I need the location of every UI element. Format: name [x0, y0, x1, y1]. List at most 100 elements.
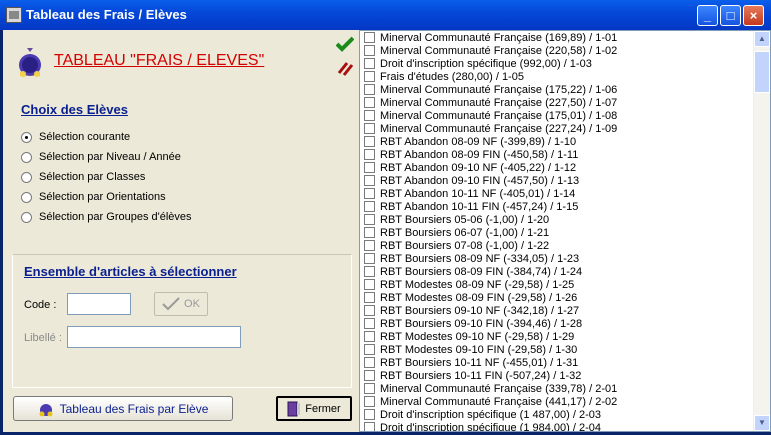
list-item[interactable]: RBT Abandon 09-10 NF (-405,22) / 1-12	[360, 161, 756, 174]
radio-selection-groupes[interactable]: Sélection par Groupes d'élèves	[21, 210, 192, 224]
checkbox[interactable]	[364, 331, 375, 342]
list-item[interactable]: Minerval Communauté Française (227,24) /…	[360, 122, 756, 135]
checkbox[interactable]	[364, 344, 375, 355]
tableau-frais-par-eleve-button[interactable]: Tableau des Frais par Elève	[13, 396, 233, 421]
checkbox[interactable]	[364, 45, 375, 56]
list-item[interactable]: RBT Boursiers 10-11 FIN (-507,24) / 1-32	[360, 369, 756, 382]
list-item[interactable]: RBT Abandon 09-10 FIN (-457,50) / 1-13	[360, 174, 756, 187]
checkbox[interactable]	[364, 201, 375, 212]
list-item[interactable]: Droit d'inscription spécifique (992,00) …	[360, 57, 756, 70]
minimize-button[interactable]: _	[697, 5, 718, 26]
radio-icon[interactable]	[21, 151, 32, 163]
list-item[interactable]: Frais d'études (280,00) / 1-05	[360, 70, 756, 83]
list-item-label: RBT Boursiers 10-11 NF (-455,01) / 1-31	[380, 356, 579, 369]
checkbox[interactable]	[364, 227, 375, 238]
checkbox[interactable]	[364, 357, 375, 368]
cancel-slash-icon[interactable]	[336, 60, 354, 76]
list-item-label: RBT Boursiers 06-07 (-1,00) / 1-21	[380, 226, 550, 239]
list-item[interactable]: RBT Modestes 09-10 FIN (-29,58) / 1-30	[360, 343, 756, 356]
list-item[interactable]: RBT Boursiers 09-10 NF (-342,18) / 1-27	[360, 304, 756, 317]
list-item[interactable]: RBT Abandon 10-11 FIN (-457,24) / 1-15	[360, 200, 756, 213]
checkbox[interactable]	[364, 383, 375, 394]
radio-icon[interactable]	[21, 211, 32, 223]
list-item-label: Minerval Communauté Française (175,01) /…	[380, 109, 618, 122]
checkbox[interactable]	[364, 110, 375, 121]
list-item[interactable]: RBT Boursiers 10-11 NF (-455,01) / 1-31	[360, 356, 756, 369]
list-item[interactable]: RBT Boursiers 08-09 FIN (-384,74) / 1-24	[360, 265, 756, 278]
list-item[interactable]: RBT Abandon 10-11 NF (-405,01) / 1-14	[360, 187, 756, 200]
checkbox[interactable]	[364, 409, 375, 420]
checkbox[interactable]	[364, 175, 375, 186]
list-item[interactable]: RBT Abandon 08-09 NF (-399,89) / 1-10	[360, 135, 756, 148]
checkbox[interactable]	[364, 162, 375, 173]
checkbox[interactable]	[364, 149, 375, 160]
list-item[interactable]: RBT Boursiers 06-07 (-1,00) / 1-21	[360, 226, 756, 239]
radio-selection-classes[interactable]: Sélection par Classes	[21, 170, 145, 184]
checkbox[interactable]	[364, 214, 375, 225]
list-item-label: RBT Modestes 09-10 NF (-29,58) / 1-29	[380, 330, 575, 343]
list-item[interactable]: Minerval Communauté Française (441,17) /…	[360, 395, 756, 408]
articles-checklist[interactable]: Minerval Communauté Française (169,89) /…	[359, 30, 771, 432]
radio-selection-courante[interactable]: Sélection courante	[21, 130, 130, 144]
checkbox[interactable]	[364, 32, 375, 43]
list-item-label: Minerval Communauté Française (227,24) /…	[380, 122, 618, 135]
checkbox[interactable]	[364, 292, 375, 303]
radio-selection-orientations[interactable]: Sélection par Orientations	[21, 190, 166, 204]
list-item[interactable]: RBT Boursiers 07-08 (-1,00) / 1-22	[360, 239, 756, 252]
maximize-button[interactable]: □	[720, 5, 741, 26]
list-item-label: RBT Boursiers 09-10 NF (-342,18) / 1-27	[380, 304, 580, 317]
list-item[interactable]: RBT Modestes 08-09 FIN (-29,58) / 1-26	[360, 291, 756, 304]
list-item[interactable]: Minerval Communauté Française (175,01) /…	[360, 109, 756, 122]
radio-selection-niveau[interactable]: Sélection par Niveau / Année	[21, 150, 181, 164]
ok-button[interactable]: OK	[154, 292, 208, 316]
list-item[interactable]: Minerval Communauté Française (339,78) /…	[360, 382, 756, 395]
checkbox[interactable]	[364, 188, 375, 199]
radio-icon[interactable]	[21, 131, 32, 143]
title-bar[interactable]: Tableau des Frais / Elèves _ □ ×	[0, 0, 771, 30]
checkbox[interactable]	[364, 123, 375, 134]
scroll-up-button[interactable]: ▲	[754, 31, 770, 47]
list-item[interactable]: Minerval Communauté Française (169,89) /…	[360, 31, 756, 44]
checkbox[interactable]	[364, 370, 375, 381]
scroll-thumb[interactable]	[754, 51, 770, 93]
page-title: TABLEAU "FRAIS / ELEVES"	[54, 52, 265, 69]
code-input[interactable]	[67, 293, 131, 315]
list-item-label: RBT Abandon 09-10 NF (-405,22) / 1-12	[380, 161, 577, 174]
vertical-scrollbar[interactable]: ▲ ▼	[753, 31, 770, 431]
checkbox[interactable]	[364, 84, 375, 95]
close-button[interactable]: ×	[743, 5, 764, 26]
checkbox[interactable]	[364, 240, 375, 251]
app-icon[interactable]	[6, 7, 22, 23]
list-item-label: Minerval Communauté Française (441,17) /…	[380, 395, 618, 408]
checkbox[interactable]	[364, 71, 375, 82]
checkbox[interactable]	[364, 305, 375, 316]
list-item[interactable]: RBT Abandon 08-09 FIN (-450,58) / 1-11	[360, 148, 756, 161]
list-item[interactable]: Minerval Communauté Française (227,50) /…	[360, 96, 756, 109]
checkbox[interactable]	[364, 422, 375, 431]
list-item[interactable]: Droit d'inscription spécifique (1 984,00…	[360, 421, 756, 431]
list-item[interactable]: RBT Boursiers 05-06 (-1,00) / 1-20	[360, 213, 756, 226]
checkbox[interactable]	[364, 266, 375, 277]
checkbox[interactable]	[364, 136, 375, 147]
checkbox[interactable]	[364, 279, 375, 290]
list-item[interactable]: RBT Boursiers 08-09 NF (-334,05) / 1-23	[360, 252, 756, 265]
list-item[interactable]: Minerval Communauté Française (220,58) /…	[360, 44, 756, 57]
checkbox[interactable]	[364, 318, 375, 329]
radio-icon[interactable]	[21, 191, 32, 203]
fermer-button[interactable]: Fermer	[276, 396, 352, 421]
list-item[interactable]: Minerval Communauté Française (175,22) /…	[360, 83, 756, 96]
validate-check-icon[interactable]	[336, 36, 354, 52]
list-item[interactable]: RBT Modestes 08-09 NF (-29,58) / 1-25	[360, 278, 756, 291]
checkbox[interactable]	[364, 396, 375, 407]
list-item[interactable]: RBT Modestes 09-10 NF (-29,58) / 1-29	[360, 330, 756, 343]
list-item[interactable]: Droit d'inscription spécifique (1 487,00…	[360, 408, 756, 421]
list-item-label: Droit d'inscription spécifique (1 487,00…	[380, 408, 601, 421]
radio-icon[interactable]	[21, 171, 32, 183]
list-item[interactable]: RBT Boursiers 09-10 FIN (-394,46) / 1-28	[360, 317, 756, 330]
libelle-input[interactable]	[67, 326, 241, 348]
checkbox[interactable]	[364, 97, 375, 108]
radio-label: Sélection par Classes	[39, 171, 146, 183]
checkbox[interactable]	[364, 253, 375, 264]
checkbox[interactable]	[364, 58, 375, 69]
scroll-down-button[interactable]: ▼	[754, 415, 770, 431]
